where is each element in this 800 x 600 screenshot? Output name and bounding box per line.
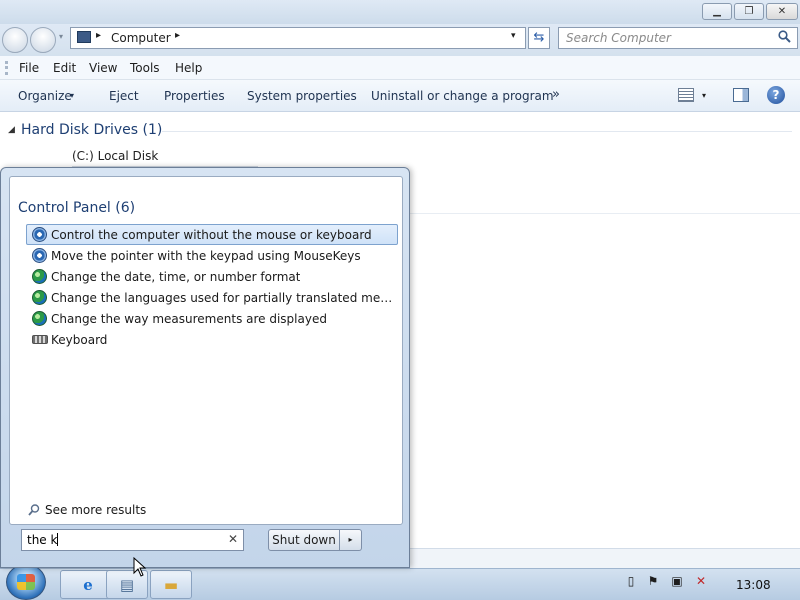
explorer-window-icon: ▤ (119, 575, 135, 594)
address-bar[interactable]: ▸ Computer ▸ ▾ (70, 27, 526, 49)
uninstall-program-button[interactable]: Uninstall or change a program (371, 89, 554, 103)
internet-explorer-icon: e (83, 575, 93, 594)
breadcrumb-computer[interactable]: Computer (111, 31, 171, 45)
results-list: Control the computer without the mouse o… (26, 224, 398, 350)
result-item[interactable]: Change the way measurements are displaye… (26, 308, 398, 329)
text-caret (57, 533, 59, 546)
folder-icon: ▬ (163, 575, 179, 594)
taskbar-libraries[interactable]: ▬ (150, 570, 192, 599)
view-options-dropdown-icon[interactable]: ▾ (702, 91, 706, 100)
search-results-panel: Control Panel (6) Control the computer w… (9, 176, 403, 525)
forward-button[interactable] (30, 27, 56, 53)
change-view-icon[interactable] (678, 88, 694, 102)
menu-file[interactable]: File (19, 61, 39, 75)
result-label: Keyboard (51, 333, 108, 347)
close-button[interactable]: ✕ (766, 3, 798, 20)
region-globe-icon (32, 269, 47, 284)
action-center-flag-icon[interactable]: ⚑ (646, 574, 660, 590)
menu-tools[interactable]: Tools (130, 61, 160, 75)
clear-search-icon[interactable]: ✕ (228, 532, 238, 546)
search-icon[interactable] (778, 30, 791, 43)
recent-pages-dropdown[interactable]: ▾ (59, 32, 63, 41)
content-divider (410, 213, 800, 214)
result-label: Change the date, time, or number format (51, 270, 301, 284)
collapse-group-icon[interactable]: ◢ (8, 125, 15, 135)
start-menu: Control Panel (6) Control the computer w… (0, 167, 410, 568)
menu-view[interactable]: View (89, 61, 117, 75)
windows-logo-icon (17, 574, 35, 590)
ease-of-access-icon (32, 227, 47, 242)
window-titlebar: ▁ ❐ ✕ (0, 0, 800, 24)
group-divider (162, 131, 792, 132)
back-button[interactable] (2, 27, 28, 53)
volume-muted-icon[interactable]: ✕ (694, 574, 708, 590)
region-globe-icon (32, 290, 47, 305)
organize-button[interactable]: Organize (18, 89, 72, 103)
group-header-hard-disk-drives[interactable]: Hard Disk Drives (1) (21, 122, 162, 138)
result-label: Control the computer without the mouse o… (51, 228, 372, 242)
menu-edit[interactable]: Edit (53, 61, 76, 75)
keyboard-icon (32, 335, 48, 344)
menu-bar: File Edit View Tools Help (0, 56, 800, 80)
refresh-button[interactable]: ⇆ (528, 27, 550, 49)
computer-icon (77, 31, 91, 43)
start-search-input[interactable]: the k ✕ (21, 529, 244, 551)
document-icon[interactable]: ▯ (624, 574, 638, 590)
result-label: Change the languages used for partially … (51, 291, 395, 305)
properties-button[interactable]: Properties (164, 89, 225, 103)
result-item[interactable]: Change the date, time, or number format (26, 266, 398, 287)
result-item[interactable]: Move the pointer with the keypad using M… (26, 245, 398, 266)
navigation-bar: ▾ ▸ Computer ▸ ▾ ⇆ Search Computer (0, 24, 800, 56)
ease-of-access-icon (32, 248, 47, 263)
result-item[interactable]: Change the languages used for partially … (26, 287, 398, 308)
result-label: Change the way measurements are displaye… (51, 312, 327, 326)
shut-down-options-button[interactable]: ▸ (340, 529, 362, 551)
search-icon (28, 504, 40, 516)
search-input[interactable]: Search Computer (558, 27, 798, 49)
help-icon[interactable]: ? (767, 86, 785, 104)
taskbar-clock[interactable]: 13:08 (736, 578, 771, 592)
command-toolbar: Organize ▾ Eject Properties System prope… (0, 80, 800, 112)
system-properties-button[interactable]: System properties (247, 89, 357, 103)
address-dropdown-icon[interactable]: ▾ (511, 31, 516, 41)
see-more-results-link[interactable]: See more results (45, 503, 146, 517)
breadcrumb-separator[interactable]: ▸ (96, 30, 101, 41)
eject-button[interactable]: Eject (109, 89, 139, 103)
preview-pane-icon[interactable] (733, 88, 749, 102)
mouse-pointer-icon (133, 557, 147, 577)
shut-down-button[interactable]: Shut down (268, 529, 340, 551)
search-placeholder: Search Computer (566, 31, 671, 45)
drive-c-label[interactable]: (C:) Local Disk (72, 149, 158, 163)
minimize-button[interactable]: ▁ (702, 3, 732, 20)
menu-help[interactable]: Help (175, 61, 202, 75)
results-group-header[interactable]: Control Panel (6) (18, 200, 135, 216)
result-item[interactable]: Keyboard (26, 329, 398, 350)
region-globe-icon (32, 311, 47, 326)
organize-dropdown-icon[interactable]: ▾ (70, 91, 74, 100)
breadcrumb-separator[interactable]: ▸ (175, 30, 180, 41)
network-icon[interactable]: ▣ (670, 574, 684, 590)
result-label: Move the pointer with the keypad using M… (51, 249, 361, 263)
maximize-button[interactable]: ❐ (734, 3, 764, 20)
start-search-value[interactable]: the k (27, 533, 59, 547)
result-item[interactable]: Control the computer without the mouse o… (26, 224, 398, 245)
menu-grip (5, 61, 8, 75)
more-commands-button[interactable]: » (552, 87, 560, 102)
start-button[interactable] (6, 564, 46, 600)
